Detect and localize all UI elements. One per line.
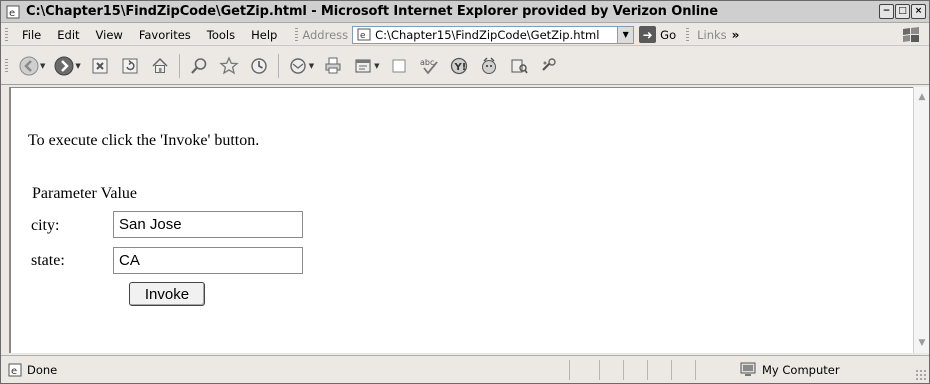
history-icon[interactable]	[244, 51, 274, 81]
windows-logo-icon	[897, 25, 925, 45]
state-label: state:	[31, 252, 65, 269]
edit-dropdown-icon[interactable]: ▼	[374, 62, 379, 70]
scroll-down-icon[interactable]: ▼	[914, 335, 930, 351]
chevron-down-icon[interactable]: ▼	[617, 26, 634, 43]
print-icon[interactable]	[318, 51, 348, 81]
svg-text:abc: abc	[420, 58, 434, 67]
parameter-table-header: Parameter Value	[32, 185, 137, 203]
header-value: Value	[100, 185, 138, 202]
computer-icon	[740, 362, 756, 376]
standard-toolbar: ▼ ▼ ▼ ▼ abc Y!	[1, 47, 929, 85]
toolbar-separator	[277, 53, 279, 78]
address-label: Address	[302, 27, 349, 42]
page-viewport: To execute click the 'Invoke' button. Pa…	[9, 87, 913, 353]
svg-text:e: e	[360, 31, 366, 41]
status-text: Done	[27, 362, 58, 377]
go-label: Go	[660, 27, 677, 42]
address-value[interactable]: C:\Chapter15\FindZipCode\GetZip.html	[375, 28, 617, 42]
status-panes	[569, 360, 735, 380]
menu-tools[interactable]: Tools	[199, 28, 243, 42]
status-pane	[599, 360, 623, 380]
status-pane	[569, 360, 599, 380]
window-title: C:\Chapter15\FindZipCode\GetZip.html - M…	[26, 4, 718, 19]
go-arrow-icon: ➜	[639, 26, 657, 43]
status-pane	[695, 360, 735, 380]
menu-favorites[interactable]: Favorites	[131, 28, 199, 42]
title-bar: e C:\Chapter15\FindZipCode\GetZip.html -…	[1, 1, 929, 23]
refresh-icon[interactable]	[115, 51, 145, 81]
menu-view[interactable]: View	[88, 28, 131, 42]
status-pane	[671, 360, 695, 380]
research-icon[interactable]	[504, 51, 534, 81]
city-field[interactable]	[113, 211, 303, 238]
toolbar-separator	[178, 53, 180, 78]
page-done-icon: e	[7, 362, 23, 378]
more-chevron-icon[interactable]: »	[732, 28, 740, 42]
security-zone: My Computer	[739, 359, 840, 381]
scroll-up-icon[interactable]: ▲	[914, 89, 930, 105]
status-pane	[647, 360, 671, 380]
browser-window: e C:\Chapter15\FindZipCode\GetZip.html -…	[0, 0, 930, 384]
ie-page-icon: e	[5, 4, 21, 20]
close-button[interactable]: ×	[911, 4, 926, 19]
toolbar-grip[interactable]	[5, 27, 8, 42]
toolbar-grip[interactable]	[5, 58, 8, 73]
back-dropdown-icon[interactable]: ▼	[40, 62, 45, 70]
status-bar: e Done My Computer	[1, 355, 929, 383]
home-icon[interactable]	[145, 51, 175, 81]
address-grip[interactable]	[295, 27, 299, 42]
svg-text:Y!: Y!	[453, 62, 466, 73]
minimize-button[interactable]: −	[879, 4, 894, 19]
messenger-icon[interactable]: Y!	[444, 51, 474, 81]
go-button[interactable]: ➜ Go	[639, 26, 676, 43]
header-parameter: Parameter	[32, 185, 97, 202]
page-instruction: To execute click the 'Invoke' button.	[28, 132, 260, 149]
state-field[interactable]	[113, 247, 303, 274]
menu-help[interactable]: Help	[243, 28, 285, 42]
invoke-button[interactable]: Invoke	[129, 282, 205, 306]
favorites-icon[interactable]	[214, 51, 244, 81]
resize-grip[interactable]	[915, 369, 927, 381]
zone-label: My Computer	[762, 363, 840, 377]
vertical-scrollbar[interactable]: ▲ ▼	[913, 87, 929, 353]
discuss-icon[interactable]	[384, 51, 414, 81]
maximize-button[interactable]: □	[895, 4, 910, 19]
page-icon: e	[356, 28, 372, 42]
links-grip[interactable]	[686, 27, 690, 42]
menu-bar: File Edit View Favorites Tools Help Addr…	[1, 24, 929, 46]
tools-icon[interactable]	[534, 51, 564, 81]
spelling-icon[interactable]: abc	[414, 51, 444, 81]
page-body: To execute click the 'Invoke' button. Pa…	[11, 88, 913, 353]
address-field[interactable]: e C:\Chapter15\FindZipCode\GetZip.html ▼	[352, 25, 635, 44]
caption-buttons: − □ ×	[879, 4, 926, 19]
yahoo-icon[interactable]	[474, 51, 504, 81]
mail-dropdown-icon[interactable]: ▼	[309, 62, 314, 70]
search-icon[interactable]	[184, 51, 214, 81]
city-label: city:	[31, 217, 60, 234]
links-label[interactable]: Links	[697, 28, 727, 42]
menu-file[interactable]: File	[14, 28, 49, 42]
stop-icon[interactable]	[85, 51, 115, 81]
svg-text:e: e	[9, 8, 15, 19]
menu-edit[interactable]: Edit	[49, 28, 87, 42]
svg-text:e: e	[11, 366, 17, 377]
status-pane	[623, 360, 647, 380]
forward-dropdown-icon[interactable]: ▼	[75, 62, 80, 70]
